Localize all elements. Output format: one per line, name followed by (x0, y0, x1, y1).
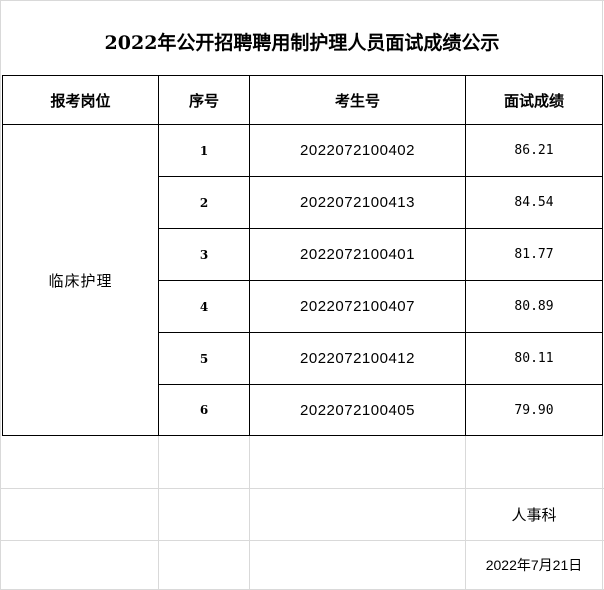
grid-line (0, 0, 1, 590)
table-rule (602, 75, 603, 436)
grid-line (249, 436, 250, 590)
table-rule (2, 435, 603, 436)
position-cell: 临床护理 (48, 271, 113, 290)
table-cell-seq: 3 (199, 247, 209, 262)
header-position: 报考岗位 (50, 91, 111, 110)
table-cell-seq: 2 (199, 195, 209, 210)
table-cell-exam-no: 2022072100413 (300, 194, 415, 211)
table-cell-score: 80.89 (514, 299, 554, 314)
table-cell-score: 79.90 (514, 402, 554, 418)
table-cell-seq: 6 (199, 403, 209, 417)
table-cell-exam-no: 2022072100407 (300, 298, 415, 315)
table-cell-seq: 5 (199, 351, 209, 366)
table-cell-score: 86.21 (514, 143, 554, 158)
table-cell-seq: 4 (199, 299, 209, 314)
table-cell-score: 81.77 (514, 247, 554, 262)
page-title: 2022年公开招聘聘用制护理人员面试成绩公示 (104, 31, 500, 54)
table-cell-score: 80.11 (514, 351, 554, 366)
header-score: 面试成绩 (503, 91, 564, 110)
table-cell-score: 84.54 (514, 195, 554, 210)
table-cell-exam-no: 2022072100402 (300, 142, 415, 159)
table-cell-exam-no: 2022072100412 (300, 350, 415, 367)
table-cell-seq: 1 (199, 143, 209, 158)
grid-line (158, 436, 159, 590)
header-seq: 序号 (188, 91, 219, 110)
header-exam-no: 考生号 (334, 91, 380, 110)
table-cell-exam-no: 2022072100405 (300, 401, 415, 419)
publish-date: 2022年7月21日 (485, 557, 583, 573)
table-cell-exam-no: 2022072100401 (300, 246, 415, 263)
score-sheet: 2022年公开招聘聘用制护理人员面试成绩公示 报考岗位 序号 考生号 面试成绩 … (0, 0, 604, 590)
department-signature: 人事科 (511, 506, 557, 524)
grid-line (0, 0, 604, 1)
